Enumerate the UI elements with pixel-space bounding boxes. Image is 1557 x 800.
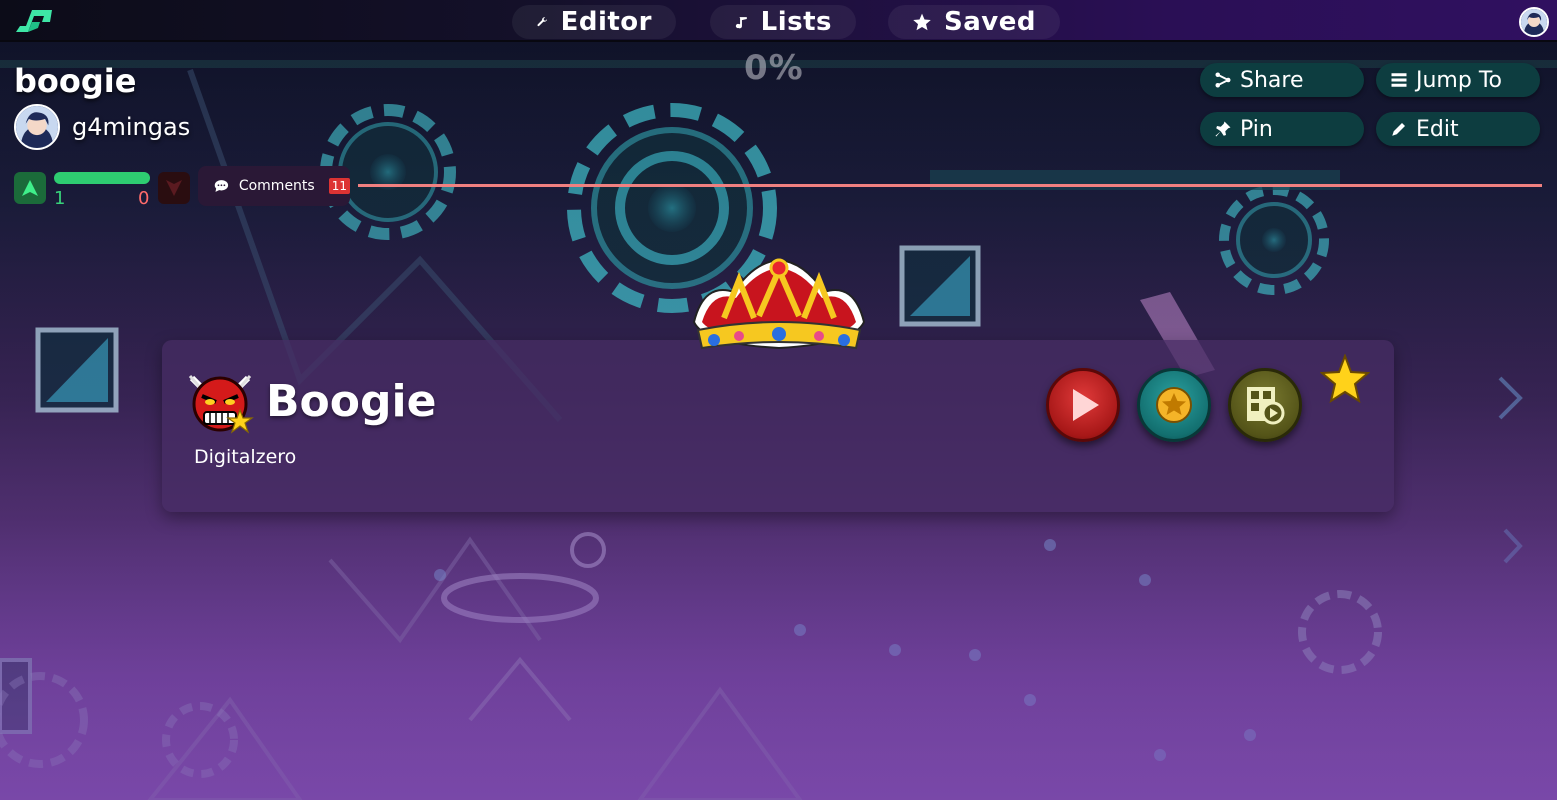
play-icon (1073, 389, 1099, 421)
nav-editor-button[interactable]: Editor (512, 5, 676, 39)
video-play-icon (1247, 387, 1285, 425)
nav-lists-button[interactable]: Lists (710, 5, 856, 39)
geometry-dash-logo-icon[interactable] (14, 6, 54, 36)
favorite-star-icon[interactable] (1320, 354, 1370, 404)
music-note-icon (735, 17, 747, 29)
dislike-button[interactable] (158, 172, 190, 204)
jump-to-label: Jump To (1416, 67, 1502, 93)
level-name: Boogie (266, 376, 437, 427)
pin-label: Pin (1240, 116, 1273, 142)
arrow-up-icon (22, 180, 38, 196)
pencil-icon (1392, 123, 1405, 136)
pin-icon (1215, 121, 1231, 137)
nav-saved-button[interactable]: Saved (888, 5, 1060, 39)
list-icon (1391, 73, 1407, 87)
share-label: Share (1240, 67, 1304, 93)
progress-divider (358, 184, 1542, 187)
progress-percent: 0% (744, 48, 804, 88)
top-nav-bar: Editor Lists Saved (0, 0, 1557, 42)
likes-count: 1 (54, 188, 66, 209)
creator-name[interactable]: g4mingas (72, 113, 190, 141)
jump-to-button[interactable]: Jump To (1376, 63, 1540, 97)
creator-info[interactable]: g4mingas (14, 104, 190, 150)
creator-avatar[interactable] (14, 104, 60, 150)
comments-button[interactable]: Comments 11 (198, 166, 350, 206)
video-button[interactable] (1228, 368, 1302, 442)
like-button[interactable] (14, 172, 46, 204)
comments-count-badge: 11 (328, 178, 350, 194)
nav-saved-label: Saved (944, 7, 1036, 37)
share-button[interactable]: Share (1200, 63, 1364, 97)
dislikes-count: 0 (138, 188, 150, 209)
nav-lists-label: Lists (760, 7, 832, 37)
coin-star-icon (1156, 387, 1192, 423)
nav-editor-label: Editor (560, 7, 652, 37)
arrow-down-icon (166, 180, 182, 196)
like-ratio-bar (54, 172, 150, 184)
chat-bubble-icon (214, 180, 229, 192)
level-title: boogie (14, 62, 137, 100)
rate-button[interactable] (1137, 368, 1211, 442)
star-icon (913, 13, 931, 31)
edit-button[interactable]: Edit (1376, 112, 1540, 146)
pin-button[interactable]: Pin (1200, 112, 1364, 146)
edit-label: Edit (1416, 116, 1459, 142)
crown-icon (692, 258, 866, 350)
level-author[interactable]: Digitalzero (194, 446, 296, 468)
wrench-icon (537, 17, 548, 27)
demon-face-icon (188, 375, 254, 434)
play-button[interactable] (1046, 368, 1120, 442)
user-avatar-icon[interactable] (1519, 7, 1549, 37)
share-icon (1215, 72, 1231, 88)
comments-label: Comments (238, 178, 315, 194)
